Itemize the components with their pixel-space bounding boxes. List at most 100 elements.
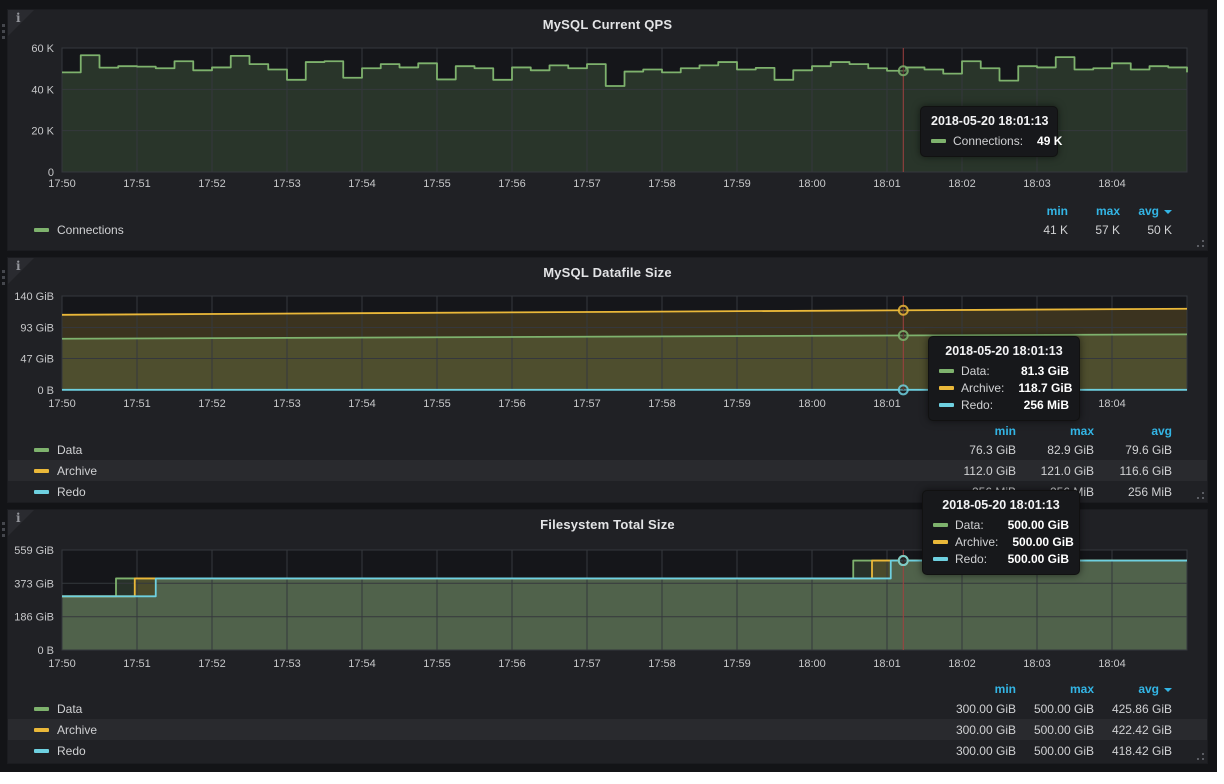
legend-min-value: 300.00 GiB: [938, 723, 1016, 737]
svg-text:17:54: 17:54: [348, 398, 376, 410]
tooltip-series-value: 500.00 GiB: [998, 535, 1073, 549]
svg-text:17:51: 17:51: [123, 398, 151, 410]
svg-text:17:57: 17:57: [573, 398, 601, 410]
svg-text:17:53: 17:53: [273, 398, 301, 410]
panel-resize-handle[interactable]: [1193, 749, 1205, 761]
legend-sort-min[interactable]: min: [938, 424, 1016, 438]
series-color-dash: [34, 490, 49, 494]
svg-text:40 K: 40 K: [31, 84, 54, 96]
series-name[interactable]: Data: [57, 702, 82, 716]
legend-header-row: min max avg: [1016, 204, 1172, 218]
tooltip-series-value: 500.00 GiB: [994, 552, 1069, 566]
svg-text:186 GiB: 186 GiB: [14, 612, 54, 624]
svg-text:17:54: 17:54: [348, 178, 376, 190]
tooltip-series-label: Archive:: [961, 381, 1004, 395]
svg-text:60 K: 60 K: [31, 43, 54, 55]
panel-resize-handle[interactable]: [1193, 236, 1205, 248]
series-color-dash: [34, 707, 49, 711]
series-name[interactable]: Archive: [57, 723, 97, 737]
svg-text:18:04: 18:04: [1098, 398, 1126, 410]
sort-caret-icon: [1164, 688, 1172, 692]
tooltip-series-row: Redo: 256 MiB: [939, 398, 1069, 412]
legend-max-value: 121.0 GiB: [1016, 464, 1094, 478]
legend-sort-avg-label: avg: [1138, 204, 1159, 218]
svg-text:0 B: 0 B: [37, 385, 54, 397]
legend: min max avg Data 300.00 GiB 500.00 GiB 4…: [8, 682, 1207, 760]
svg-text:18:01: 18:01: [873, 658, 901, 670]
series-color-dash: [933, 540, 948, 544]
legend-sort-avg[interactable]: avg: [1120, 204, 1172, 218]
series-name[interactable]: Archive: [57, 464, 97, 478]
legend-min-value: 112.0 GiB: [938, 464, 1016, 478]
tooltip-series-value: 256 MiB: [1010, 398, 1069, 412]
legend-sort-max[interactable]: max: [1016, 682, 1094, 696]
svg-text:17:54: 17:54: [348, 658, 376, 670]
series-name[interactable]: Connections: [57, 223, 124, 237]
legend: min max avg Connections 41 K 57 K 50 K: [8, 204, 1207, 246]
svg-text:17:50: 17:50: [48, 658, 76, 670]
tooltip-series-row: Connections: 49 K: [931, 134, 1047, 148]
svg-text:17:57: 17:57: [573, 658, 601, 670]
svg-text:17:50: 17:50: [48, 178, 76, 190]
svg-text:17:55: 17:55: [423, 658, 451, 670]
series-name[interactable]: Redo: [57, 485, 86, 499]
legend-row: Data 300.00 GiB 500.00 GiB 425.86 GiB: [8, 698, 1207, 719]
series-color-dash: [34, 448, 49, 452]
legend-sort-min[interactable]: min: [938, 682, 1016, 696]
legend-sort-min[interactable]: min: [1016, 204, 1068, 218]
svg-text:0: 0: [48, 167, 54, 179]
row-drag-handle[interactable]: [2, 24, 6, 42]
tooltip-series-label: Data:: [961, 364, 990, 378]
legend-sort-avg[interactable]: avg: [1094, 682, 1172, 696]
svg-text:559 GiB: 559 GiB: [14, 545, 54, 557]
series-color-dash: [939, 386, 954, 390]
legend-avg-value: 425.86 GiB: [1094, 702, 1172, 716]
svg-text:17:56: 17:56: [498, 658, 526, 670]
legend-row: Archive 300.00 GiB 500.00 GiB 422.42 GiB: [8, 719, 1207, 740]
legend-max-value: 82.9 GiB: [1016, 443, 1094, 457]
svg-text:17:57: 17:57: [573, 178, 601, 190]
legend-avg-value: 79.6 GiB: [1094, 443, 1172, 457]
svg-text:18:00: 18:00: [798, 178, 826, 190]
svg-text:17:56: 17:56: [498, 398, 526, 410]
panel-resize-handle[interactable]: [1193, 488, 1205, 500]
tooltip-series-label: Archive:: [955, 535, 998, 549]
tooltip-series-label: Redo:: [961, 398, 993, 412]
svg-text:17:58: 17:58: [648, 398, 676, 410]
legend-min-value: 300.00 GiB: [938, 744, 1016, 758]
svg-text:17:56: 17:56: [498, 178, 526, 190]
legend-sort-max[interactable]: max: [1016, 424, 1094, 438]
tooltip-series-label: Data:: [955, 518, 984, 532]
tooltip-timestamp: 2018-05-20 18:01:13: [933, 498, 1069, 512]
row-drag-handle[interactable]: [2, 522, 6, 540]
legend-avg-value: 422.42 GiB: [1094, 723, 1172, 737]
screenshot-stage: i MySQL Current QPS 17:5017:5117:5217:53…: [0, 0, 1224, 784]
legend-min-value: 300.00 GiB: [938, 702, 1016, 716]
svg-text:17:53: 17:53: [273, 178, 301, 190]
series-name[interactable]: Data: [57, 443, 82, 457]
series-name[interactable]: Redo: [57, 744, 86, 758]
svg-text:18:03: 18:03: [1023, 178, 1051, 190]
series-color-dash: [939, 369, 954, 373]
tooltip-series-row: Archive: 500.00 GiB: [933, 535, 1069, 549]
svg-text:18:00: 18:00: [798, 658, 826, 670]
tooltip-series-value: 81.3 GiB: [1007, 364, 1069, 378]
svg-text:17:51: 17:51: [123, 178, 151, 190]
legend-max-value: 57 K: [1068, 223, 1120, 237]
legend-sort-avg[interactable]: avg: [1094, 424, 1172, 438]
legend-min-value: 76.3 GiB: [938, 443, 1016, 457]
row-drag-handle[interactable]: [2, 270, 6, 288]
legend-avg-value: 50 K: [1120, 223, 1172, 237]
grafana-dashboard: i MySQL Current QPS 17:5017:5117:5217:53…: [0, 0, 1217, 772]
svg-text:17:59: 17:59: [723, 658, 751, 670]
svg-text:17:55: 17:55: [423, 398, 451, 410]
graph-tooltip: 2018-05-20 18:01:13 Data: 81.3 GiB Archi…: [928, 336, 1080, 421]
svg-text:18:04: 18:04: [1098, 178, 1126, 190]
qps-timeseries-chart[interactable]: 17:5017:5117:5217:5317:5417:5517:5617:57…: [8, 10, 1207, 198]
tooltip-timestamp: 2018-05-20 18:01:13: [931, 114, 1047, 128]
legend-row: Data 76.3 GiB 82.9 GiB 79.6 GiB: [8, 439, 1207, 460]
legend-sort-max[interactable]: max: [1068, 204, 1120, 218]
legend-row: Archive 112.0 GiB 121.0 GiB 116.6 GiB: [8, 460, 1207, 481]
tooltip-series-label: Connections:: [953, 134, 1023, 148]
svg-text:18:02: 18:02: [948, 178, 976, 190]
